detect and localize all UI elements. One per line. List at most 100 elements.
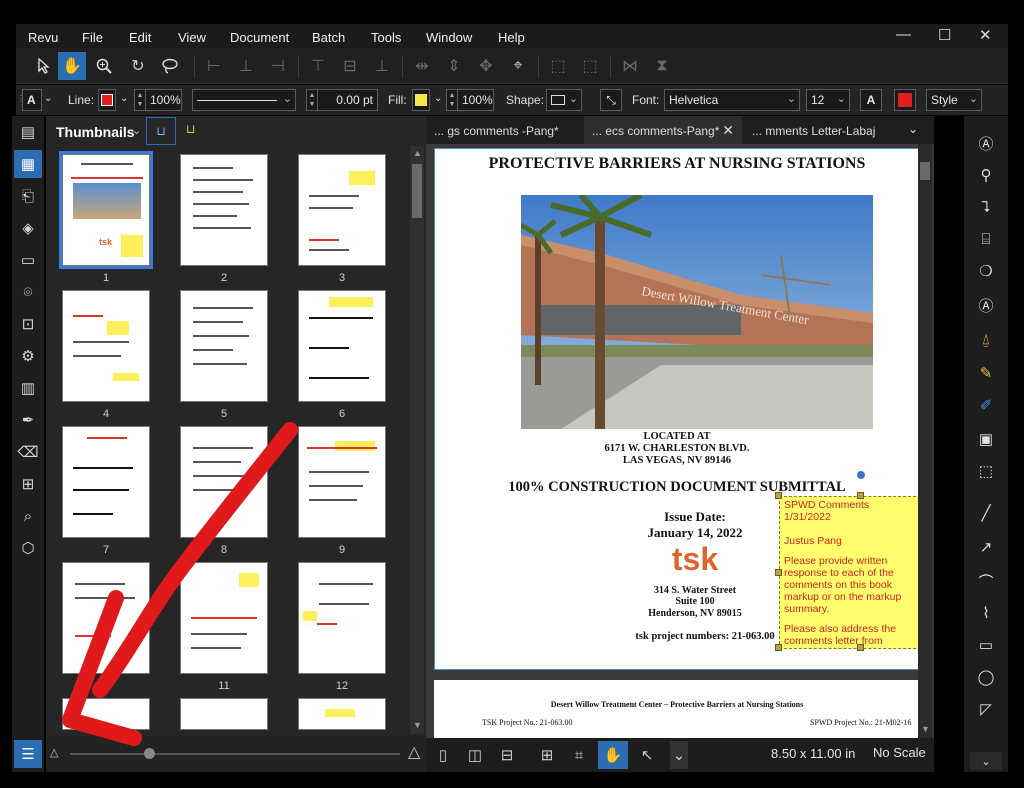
rotate-handle[interactable] [857, 471, 865, 479]
thumbnails-scrollbar[interactable]: ▲ ▼ [410, 146, 424, 734]
resize-handle[interactable] [857, 644, 864, 651]
maximize-button[interactable]: ☐ [938, 26, 951, 44]
image-icon[interactable]: ▣ [970, 426, 1002, 452]
align-top-icon[interactable]: ⊤ [304, 52, 332, 80]
thumbnail-page-12[interactable] [298, 562, 386, 674]
snap-target-icon[interactable]: ⌖ [504, 52, 532, 80]
width-stepper[interactable]: ▲ ▼ [306, 89, 318, 111]
lasso-tool-icon[interactable] [156, 52, 184, 80]
text-type-box[interactable]: A [22, 89, 42, 111]
spaces-icon[interactable]: ⊡ [14, 310, 42, 338]
select-mode-icon[interactable]: ↖ [632, 741, 662, 769]
file-access-icon[interactable]: ▤ [14, 118, 42, 146]
arc-tool-icon[interactable]: ⌒ [970, 568, 1002, 594]
pan-tool-icon[interactable]: ✋ [58, 52, 86, 80]
properties-gear-icon[interactable]: ⚙ [14, 342, 42, 370]
add-page-icon[interactable]: ⊞ [532, 741, 562, 769]
polygon-tool-icon[interactable]: ◸ [970, 696, 1002, 722]
font-size-dropdown[interactable]: 12 ⌄ [806, 89, 850, 111]
thumbnail-page-1[interactable]: tsk [59, 151, 153, 269]
chevron-down-icon[interactable]: ⌄ [120, 93, 128, 104]
thumbnail-page-5[interactable] [180, 290, 268, 402]
rotate-tool-icon[interactable]: ↻ [124, 52, 152, 80]
close-tab-icon[interactable]: ✕ [722, 122, 734, 139]
line-width-field[interactable]: 0.00 pt [318, 89, 378, 111]
scale-value[interactable]: No Scale [873, 745, 926, 760]
text-box-icon[interactable]: ⌸ [970, 226, 1002, 252]
tab-document-1[interactable]: ... gs comments -Pang* [426, 116, 584, 144]
close-window-button[interactable]: ✕ [979, 26, 992, 44]
align-bottom-icon[interactable]: ⊥ [368, 52, 396, 80]
thumbnail-page-4[interactable] [62, 290, 150, 402]
zoom-large-icon[interactable]: △ [408, 742, 420, 762]
document-scrollbar[interactable]: ▼ [918, 144, 932, 738]
line-tool-icon[interactable]: ╱ [970, 500, 1002, 526]
chevron-down-icon[interactable]: ⌄ [44, 93, 52, 104]
places-icon[interactable]: ⌾ [14, 278, 42, 306]
flip-vertical-icon[interactable]: ⧗ [648, 52, 676, 80]
zoom-tool-icon[interactable] [90, 52, 118, 80]
fill-opacity-stepper[interactable]: ▲ ▼ [446, 89, 458, 111]
text-tool-icon[interactable]: Ⓐ [970, 130, 1002, 156]
measurements-icon[interactable]: ▥ [14, 374, 42, 402]
tool-chest-icon[interactable]: ▭ [14, 246, 42, 274]
rectangle-tool-icon[interactable]: ▭ [970, 632, 1002, 658]
menu-file[interactable]: File [82, 30, 103, 45]
bookmarks-icon[interactable]: ⎗ [14, 182, 42, 210]
note-icon[interactable]: ⍙ [970, 326, 1002, 352]
resize-handle[interactable] [775, 569, 782, 576]
align-center-icon[interactable]: ⊥ [232, 52, 260, 80]
resize-handle[interactable] [857, 492, 864, 499]
menu-help[interactable]: Help [498, 30, 525, 45]
ungroup-icon[interactable]: ⬚ [576, 52, 604, 80]
thumbnails-icon[interactable]: ▦ [14, 150, 42, 178]
thumbnail-page-15[interactable] [298, 698, 386, 730]
pen-icon[interactable]: ✐ [970, 392, 1002, 418]
ellipse-tool-icon[interactable]: ◯ [970, 664, 1002, 690]
crop-page-icon[interactable]: ⌗ [564, 741, 594, 769]
align-right-icon[interactable]: ⊣ [264, 52, 292, 80]
line-color-picker[interactable] [98, 89, 116, 111]
chevron-down-icon[interactable]: ⌄ [670, 741, 688, 769]
menu-view[interactable]: View [178, 30, 206, 45]
fill-color-picker[interactable] [412, 89, 430, 111]
resize-handle[interactable] [775, 492, 782, 499]
font-dropdown[interactable]: Helvetica ⌄ [664, 89, 800, 111]
chevron-down-icon[interactable]: ⌄ [970, 752, 1002, 770]
menu-revu[interactable]: Revu [28, 30, 58, 45]
side-by-side-icon[interactable]: ◫ [460, 741, 490, 769]
comment-note[interactable]: SPWD Comments 1/31/2022 Justus Pang Plea… [779, 496, 921, 649]
fill-opacity-field[interactable]: 100% [458, 89, 494, 111]
tab-document-3[interactable]: ... mments Letter-Labaj [744, 116, 902, 144]
line-opacity-field[interactable]: 100% [146, 89, 182, 111]
typewriter-icon[interactable]: Ⓐ [970, 292, 1002, 318]
cloud-icon[interactable]: ❍ [970, 258, 1002, 284]
highlighter-icon[interactable]: ✎ [970, 360, 1002, 386]
minimize-button[interactable]: — [896, 26, 911, 43]
resize-icon[interactable]: ⤡ [600, 89, 622, 111]
menu-document[interactable]: Document [230, 30, 289, 45]
thumbnail-options-icon[interactable]: ⊔ [186, 122, 195, 136]
chevron-down-icon[interactable]: ⌄ [434, 93, 442, 104]
opacity-stepper[interactable]: ▲ ▼ [134, 89, 146, 111]
menu-edit[interactable]: Edit [129, 30, 151, 45]
pan-mode-icon[interactable]: ✋ [598, 741, 628, 769]
menu-batch[interactable]: Batch [312, 30, 345, 45]
text-format-icon[interactable]: A [860, 89, 882, 111]
chevron-down-icon[interactable]: ⌄ [908, 122, 918, 136]
move-icon[interactable]: ✥ [472, 52, 500, 80]
font-color-picker[interactable] [894, 89, 916, 111]
align-left-icon[interactable]: ⊢ [200, 52, 228, 80]
thumbnail-page-3[interactable] [298, 154, 386, 266]
menu-tools[interactable]: Tools [371, 30, 401, 45]
distribute-vertical-icon[interactable]: ⇕ [440, 52, 468, 80]
menu-window[interactable]: Window [426, 30, 472, 45]
thumbnail-size-icon[interactable]: ⊔ [146, 117, 176, 145]
arrow-tool-icon[interactable]: ↗ [970, 534, 1002, 560]
snapshot-icon[interactable]: ⬚ [970, 458, 1002, 484]
stamp-icon[interactable]: ⚲ [970, 162, 1002, 188]
tab-document-2[interactable]: ... ecs comments-Pang* ✕ [584, 116, 742, 144]
layers-icon[interactable]: ◈ [14, 214, 42, 242]
flip-horizontal-icon[interactable]: ⋈ [616, 52, 644, 80]
callout-icon[interactable]: ⮧ [970, 194, 1002, 220]
